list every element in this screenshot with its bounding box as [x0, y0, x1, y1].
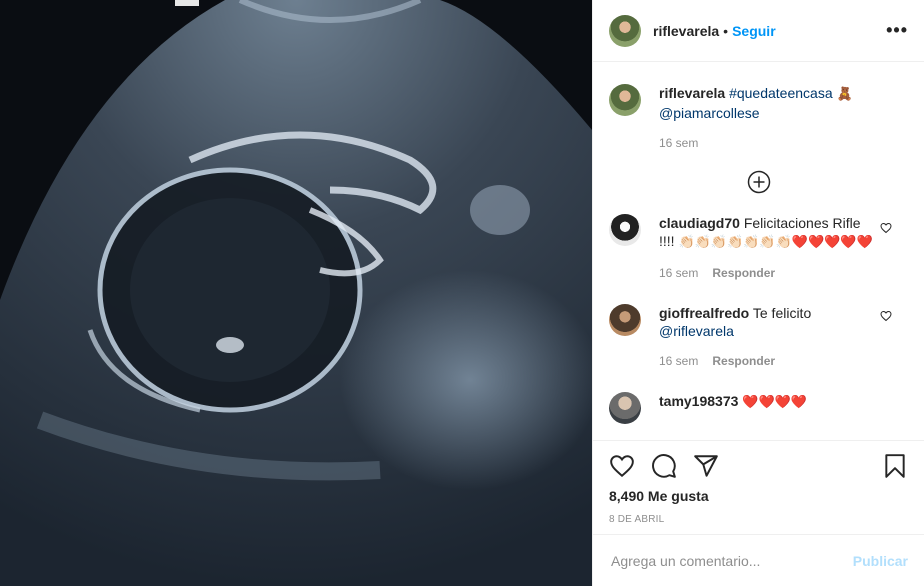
comment-icon[interactable] — [651, 453, 677, 479]
comment-item: claudiagd70 Felicitaciones Rifle !!!! 👏🏻… — [609, 194, 908, 282]
post-sidebar: riflevarela • Seguir ••• riflevarela #qu… — [592, 0, 924, 586]
avatar[interactable] — [609, 214, 641, 246]
comment-text: Te felicito — [752, 305, 812, 321]
mention-link[interactable]: @piamarcollese — [659, 105, 760, 121]
follow-button[interactable]: Seguir — [732, 23, 776, 39]
more-options-icon[interactable]: ••• — [886, 20, 908, 41]
likes-count[interactable]: 8,490 Me gusta — [609, 488, 908, 504]
reply-button[interactable]: Responder — [712, 354, 775, 368]
avatar[interactable] — [609, 304, 641, 336]
post-header: riflevarela • Seguir ••• — [593, 0, 924, 62]
comments-list[interactable]: riflevarela #quedateencasa 🧸 @piamarcoll… — [593, 62, 924, 440]
comment-username[interactable]: tamy198373 — [659, 393, 738, 409]
comment-username[interactable]: claudiagd70 — [659, 215, 740, 231]
caption-time[interactable]: 16 sem — [659, 136, 698, 150]
post-image-ultrasound[interactable] — [0, 0, 592, 586]
ultrasound-image — [0, 0, 592, 586]
comment-time[interactable]: 16 sem — [659, 354, 698, 368]
add-comment-bar: Publicar — [593, 534, 924, 586]
comment-input[interactable] — [609, 551, 853, 570]
post-date: 8 DE ABRIL — [609, 514, 665, 525]
comment-item: tamy198373 ❤️❤️❤️❤️ — [609, 370, 908, 424]
comment-emojis: 👏🏻👏🏻👏🏻👏🏻👏🏻👏🏻👏🏻❤️❤️❤️❤️❤️ — [678, 235, 873, 250]
like-comment-heart-icon[interactable] — [880, 222, 892, 234]
avatar[interactable] — [609, 84, 641, 116]
avatar[interactable] — [609, 392, 641, 424]
caption-username[interactable]: riflevarela — [659, 85, 725, 101]
mention-link[interactable]: @riflevarela — [659, 323, 734, 339]
comment-emojis: ❤️❤️❤️❤️ — [742, 395, 808, 410]
load-more-comments[interactable] — [593, 170, 924, 194]
comment-username[interactable]: gioffrealfredo — [659, 305, 749, 321]
like-comment-heart-icon[interactable] — [880, 310, 892, 322]
header-username[interactable]: riflevarela — [653, 23, 719, 39]
plus-circle-icon[interactable] — [747, 170, 771, 194]
comment-item: gioffrealfredo Te felicito @riflevarela … — [609, 282, 908, 370]
hashtag-link[interactable]: #quedateencasa — [729, 85, 833, 101]
caption-meta: 16 sem — [659, 134, 879, 152]
caption: riflevarela #quedateencasa 🧸 @piamarcoll… — [609, 62, 908, 152]
comment-time[interactable]: 16 sem — [659, 266, 698, 280]
comment-meta: 16 sem Responder — [659, 264, 879, 282]
comment-meta: 16 sem Responder — [659, 352, 879, 370]
reply-button[interactable]: Responder — [712, 266, 775, 280]
post-dialog: riflevarela • Seguir ••• riflevarela #qu… — [0, 0, 924, 586]
teddy-bear-emoji: 🧸 — [836, 87, 853, 102]
bookmark-icon[interactable] — [882, 453, 908, 479]
avatar[interactable] — [609, 14, 641, 47]
share-icon[interactable] — [693, 453, 719, 479]
publish-button[interactable]: Publicar — [853, 553, 908, 569]
heart-icon[interactable] — [609, 453, 635, 479]
post-actions: 8,490 Me gusta 8 DE ABRIL — [593, 440, 924, 534]
separator-dot: • — [723, 22, 729, 39]
